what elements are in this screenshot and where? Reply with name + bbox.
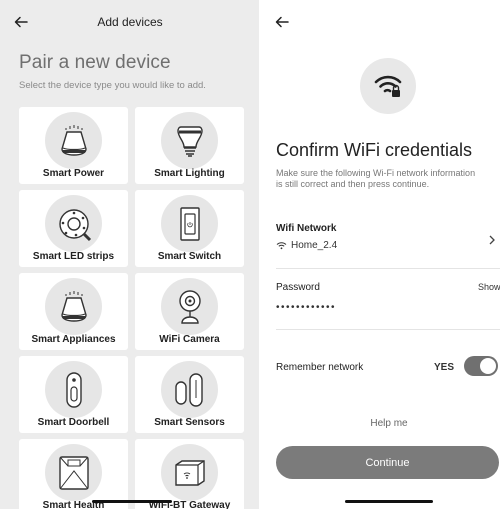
- remember-network-label: Remember network: [276, 362, 364, 373]
- gateway-icon: [174, 459, 205, 486]
- device-card-smart-health[interactable]: Smart Health: [19, 439, 128, 509]
- home-indicator: [345, 500, 433, 503]
- icon-circle: [161, 195, 218, 252]
- device-card-smart-lighting[interactable]: Smart Lighting: [135, 107, 244, 184]
- icon-circle: [161, 444, 218, 501]
- separator: [276, 329, 500, 330]
- wifi-network-value: Home_2.4: [291, 240, 338, 251]
- device-label: WiFi Camera: [159, 334, 220, 345]
- add-devices-screen: Add devices Pair a new device Select the…: [0, 0, 259, 509]
- arrow-left-icon: [275, 16, 289, 28]
- wifi-network-label: Wifi Network: [276, 223, 337, 234]
- password-label: Password: [276, 282, 320, 293]
- smart-switch-icon: [179, 206, 200, 241]
- password-field[interactable]: ••••••••••••: [276, 302, 336, 313]
- device-label: Smart Sensors: [154, 417, 225, 428]
- health-scale-icon: [58, 455, 89, 490]
- device-card-smart-doorbell[interactable]: Smart Doorbell: [19, 356, 128, 433]
- show-password-button[interactable]: Show: [478, 282, 500, 292]
- device-label: Smart Lighting: [154, 168, 225, 179]
- confirm-title: Confirm WiFi credentials: [276, 140, 473, 160]
- remember-state-label: YES: [434, 362, 455, 373]
- continue-button[interactable]: Continue: [276, 446, 499, 479]
- icon-circle: [45, 112, 102, 169]
- device-label: Smart LED strips: [32, 251, 115, 262]
- arrow-left-icon: [14, 16, 28, 28]
- sensors-icon: [174, 372, 203, 407]
- icon-circle: [45, 444, 102, 501]
- wifi-camera-icon: [178, 289, 201, 324]
- smart-power-icon: [60, 124, 87, 156]
- confirm-wifi-screen: Confirm WiFi credentials Make sure the f…: [265, 0, 500, 509]
- remember-network-toggle[interactable]: [464, 356, 498, 376]
- icon-circle: [45, 278, 102, 335]
- pair-title: Pair a new device: [19, 52, 171, 73]
- top-bar: Add devices: [0, 0, 259, 42]
- page-title: Add devices: [97, 15, 163, 29]
- wifi-icon: [276, 242, 287, 250]
- home-indicator: [92, 500, 172, 503]
- led-strip-icon: [58, 208, 91, 241]
- icon-circle: [161, 361, 218, 418]
- icon-circle: [45, 195, 102, 252]
- smart-lighting-icon: [176, 125, 203, 157]
- confirm-subtitle: Make sure the following Wi-Fi network in…: [276, 168, 476, 189]
- device-label: Smart Power: [42, 168, 105, 179]
- device-label: Smart Appliances: [31, 334, 116, 345]
- toggle-knob: [480, 358, 496, 374]
- device-label: Smart Switch: [157, 251, 222, 262]
- help-me-link[interactable]: Help me: [265, 418, 500, 429]
- pair-subtitle: Select the device type you would like to…: [19, 80, 206, 91]
- device-card-smart-power[interactable]: Smart Power: [19, 107, 128, 184]
- device-label: Smart Doorbell: [37, 417, 110, 428]
- icon-circle: [161, 112, 218, 169]
- icon-circle: [161, 278, 218, 335]
- device-card-smart-appliances[interactable]: Smart Appliances: [19, 273, 128, 350]
- device-card-smart-switch[interactable]: Smart Switch: [135, 190, 244, 267]
- wifi-lock-icon: [374, 75, 402, 97]
- icon-circle: [45, 361, 102, 418]
- doorbell-icon: [65, 371, 82, 408]
- chevron-right-icon[interactable]: [487, 233, 497, 247]
- back-button[interactable]: [10, 11, 32, 33]
- device-card-wifi-camera[interactable]: WiFi Camera: [135, 273, 244, 350]
- smart-appliances-icon: [60, 290, 87, 322]
- separator: [276, 268, 500, 269]
- wifi-network-row[interactable]: Home_2.4: [276, 240, 337, 251]
- device-card-wifi-bt-gateway[interactable]: WiFi-BT Gateway: [135, 439, 244, 509]
- back-button[interactable]: [271, 11, 293, 33]
- device-card-smart-sensors[interactable]: Smart Sensors: [135, 356, 244, 433]
- wifi-lock-badge: [360, 58, 416, 114]
- device-card-led-strips[interactable]: Smart LED strips: [19, 190, 128, 267]
